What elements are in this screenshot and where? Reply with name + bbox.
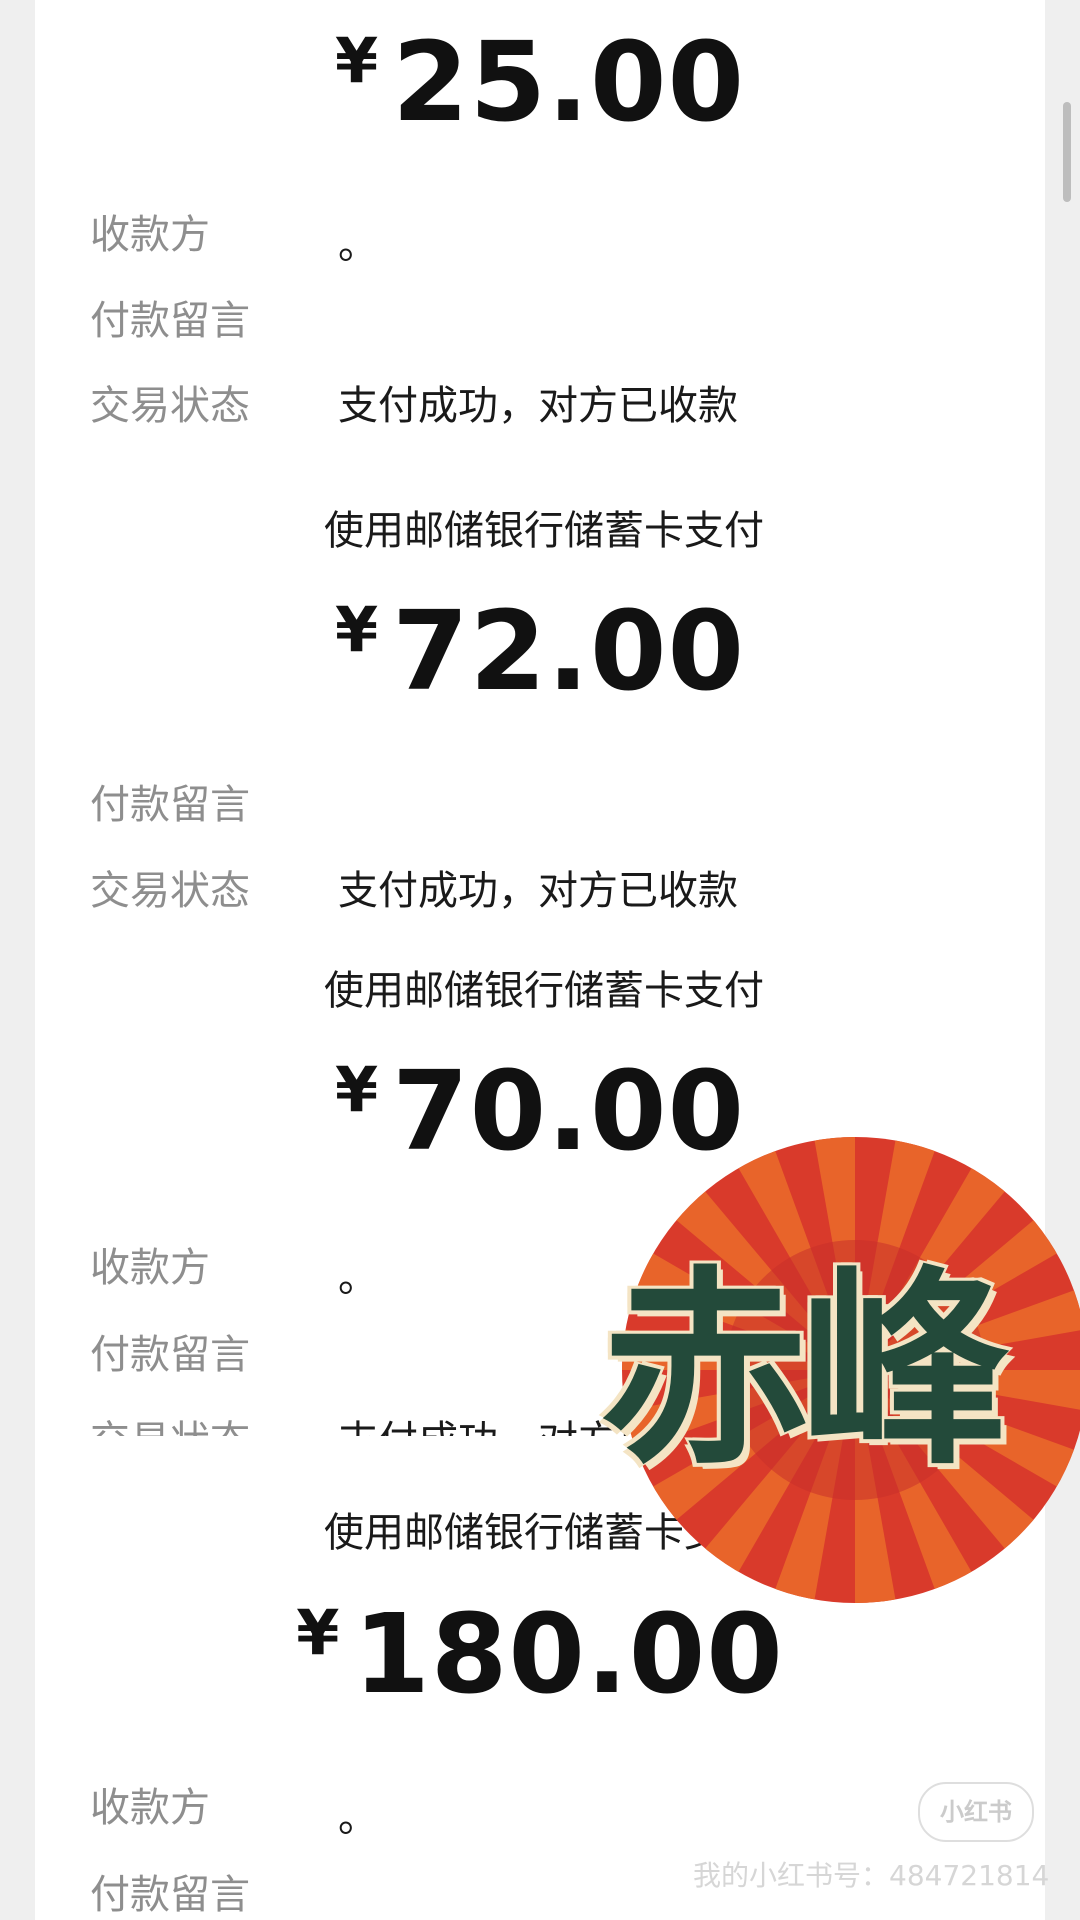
currency-symbol: ¥ xyxy=(334,1053,379,1126)
payee-label: 收款方 xyxy=(90,1785,210,1831)
message-label: 付款留言 xyxy=(90,1872,250,1918)
amount-value: 72.00 xyxy=(392,587,746,715)
status-value: 支付成功，对方已收款 xyxy=(338,383,738,429)
payee-value: 。 xyxy=(338,1255,378,1301)
payee-value: 。 xyxy=(338,1795,378,1841)
message-label: 付款留言 xyxy=(90,1332,250,1378)
amount-value: 25.00 xyxy=(392,18,746,146)
status-label: 交易状态 xyxy=(90,868,250,914)
amount-display: ¥25.00 xyxy=(0,18,1080,146)
status-label: 交易状态 xyxy=(90,1408,250,1436)
payee-label: 收款方 xyxy=(90,212,210,258)
currency-symbol: ¥ xyxy=(296,1596,340,1669)
status-value: 支付成功，对方已收款 xyxy=(338,868,738,914)
payee-value: 。 xyxy=(338,222,378,268)
payment-method: 使用邮储银行储蓄卡支付 xyxy=(324,968,764,1014)
payee-label: 收款方 xyxy=(90,1245,210,1291)
currency-symbol: ¥ xyxy=(334,24,379,97)
sticker-label: 赤峰 xyxy=(600,1246,1010,1493)
amount-display: ¥180.00 xyxy=(0,1590,1080,1718)
xiaohongshu-logo-icon: 小红书 xyxy=(918,1782,1034,1842)
message-label: 付款留言 xyxy=(90,782,250,828)
amount-value: 180.00 xyxy=(353,1590,784,1718)
message-label: 付款留言 xyxy=(90,298,250,344)
payment-method: 使用邮储银行储蓄卡支付 xyxy=(324,508,764,554)
watermark-id: 我的小红书号：484721814 xyxy=(693,1859,1050,1892)
currency-symbol: ¥ xyxy=(334,593,379,666)
amount-display: ¥72.00 xyxy=(0,587,1080,715)
status-label: 交易状态 xyxy=(90,383,250,429)
